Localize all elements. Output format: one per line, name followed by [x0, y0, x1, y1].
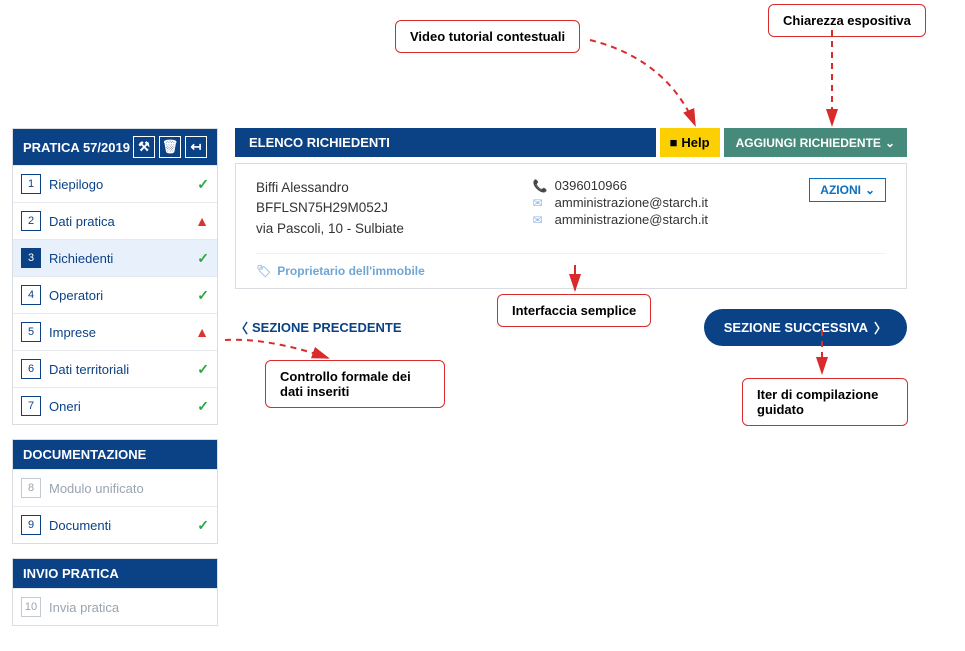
help-label: Help	[681, 135, 709, 150]
step-number: 8	[21, 478, 41, 498]
applicant-actions-col: AZIONI ⌄	[809, 178, 886, 239]
email-value: amministrazione@starch.it	[555, 195, 708, 210]
step-number: 10	[21, 597, 41, 617]
sidebar-item-label: Riepilogo	[49, 177, 103, 192]
sidebar-item-richiedenti[interactable]: 3 Richiedenti ✓	[13, 239, 217, 276]
callout-guided: Iter di compilazione guidato	[742, 378, 908, 426]
check-icon: ✓	[197, 176, 209, 193]
applicant-name: Biffi Alessandro	[256, 178, 493, 198]
back-icon[interactable]: ↤	[185, 136, 207, 158]
sidebar-send-block: INVIO PRATICA 10 Invia pratica	[12, 558, 218, 626]
practice-title: PRATICA 57/2019	[23, 140, 130, 155]
next-section-button[interactable]: SEZIONE SUCCESSIVA 〉	[704, 309, 907, 346]
chevron-left-icon: 〈	[235, 318, 248, 337]
sidebar-item-operatori[interactable]: 4 Operatori ✓	[13, 276, 217, 313]
sidebar-item-label: Operatori	[49, 288, 103, 303]
owner-tag-label: Proprietario dell'immobile	[277, 264, 425, 278]
sidebar-item-oneri[interactable]: 7 Oneri ✓	[13, 387, 217, 424]
doc-title: DOCUMENTAZIONE	[23, 447, 146, 462]
add-label: AGGIUNGI RICHIEDENTE	[736, 136, 881, 150]
warn-icon: ▲	[195, 213, 209, 229]
sidebar-item-riepilogo[interactable]: 1 Riepilogo ✓	[13, 165, 217, 202]
applicant-identity: Biffi Alessandro BFFLSN75H29M052J via Pa…	[256, 178, 493, 239]
panel-header: ELENCO RICHIEDENTI ■ Help AGGIUNGI RICHI…	[235, 128, 907, 157]
applicant-card: Biffi Alessandro BFFLSN75H29M052J via Pa…	[235, 163, 907, 289]
sidebar-send-header: INVIO PRATICA	[13, 559, 217, 588]
sidebar-item-dati-pratica[interactable]: 2 Dati pratica ▲	[13, 202, 217, 239]
callout-validation: Controllo formale dei dati inseriti	[265, 360, 445, 408]
practice-actions: ⚒ 🗑 ↤	[133, 136, 207, 158]
panel-title: ELENCO RICHIEDENTI	[235, 128, 656, 157]
chevron-right-icon: 〉	[874, 318, 887, 337]
chevron-down-icon: ⌄	[865, 183, 875, 197]
applicant-phone: 📞 0396010966	[533, 178, 770, 193]
prev-section-link[interactable]: 〈 SEZIONE PRECEDENTE	[235, 318, 402, 337]
check-icon: ✓	[197, 517, 209, 534]
owner-tag: 🏷 Proprietario dell'immobile	[256, 253, 886, 278]
sidebar-item-label: Imprese	[49, 325, 96, 340]
sidebar-item-documenti[interactable]: 9 Documenti ✓	[13, 506, 217, 543]
applicant-contacts: 📞 0396010966 ✉ amministrazione@starch.it…	[533, 178, 770, 239]
sidebar-doc-header: DOCUMENTAZIONE	[13, 440, 217, 469]
prev-label: SEZIONE PRECEDENTE	[252, 320, 402, 335]
check-icon: ✓	[197, 361, 209, 378]
sidebar-item-invia-pratica[interactable]: 10 Invia pratica	[13, 588, 217, 625]
sidebar-doc-block: DOCUMENTAZIONE 8 Modulo unificato 9 Docu…	[12, 439, 218, 544]
sidebar-item-label: Documenti	[49, 518, 111, 533]
sidebar-item-imprese[interactable]: 5 Imprese ▲	[13, 313, 217, 350]
check-icon: ✓	[197, 398, 209, 415]
step-number: 1	[21, 174, 41, 194]
sidebar-item-dati-territoriali[interactable]: 6 Dati territoriali ✓	[13, 350, 217, 387]
check-icon: ✓	[197, 287, 209, 304]
sidebar: PRATICA 57/2019 ⚒ 🗑 ↤ 1 Riepilogo ✓ 2 Da…	[12, 128, 218, 640]
sidebar-item-label: Richiedenti	[49, 251, 113, 266]
sidebar-item-label: Oneri	[49, 399, 81, 414]
step-number: 7	[21, 396, 41, 416]
step-number: 4	[21, 285, 41, 305]
actions-label: AZIONI	[820, 183, 861, 197]
step-number: 2	[21, 211, 41, 231]
applicant-code: BFFLSN75H29M052J	[256, 198, 493, 218]
callout-clarity: Chiarezza espositiva	[768, 4, 926, 37]
actions-button[interactable]: AZIONI ⌄	[809, 178, 886, 202]
phone-icon: 📞	[533, 179, 547, 193]
step-number: 6	[21, 359, 41, 379]
step-number: 3	[21, 248, 41, 268]
applicant-address: via Pascoli, 10 - Sulbiate	[256, 219, 493, 239]
email-value: amministrazione@starch.it	[555, 212, 708, 227]
sidebar-item-label: Dati pratica	[49, 214, 115, 229]
sidebar-practice-block: PRATICA 57/2019 ⚒ 🗑 ↤ 1 Riepilogo ✓ 2 Da…	[12, 128, 218, 425]
tag-icon: 🏷	[256, 264, 271, 278]
applicant-email1: ✉ amministrazione@starch.it	[533, 195, 770, 210]
main-panel: ELENCO RICHIEDENTI ■ Help AGGIUNGI RICHI…	[235, 128, 907, 346]
sidebar-item-label: Invia pratica	[49, 600, 119, 615]
next-label: SEZIONE SUCCESSIVA	[724, 320, 868, 335]
video-icon: ■	[670, 135, 678, 150]
check-icon: ✓	[197, 250, 209, 267]
sidebar-item-modulo-unificato[interactable]: 8 Modulo unificato	[13, 469, 217, 506]
mail-icon: ✉	[533, 196, 547, 210]
add-applicant-button[interactable]: AGGIUNGI RICHIEDENTE ⌄	[724, 128, 907, 157]
step-number: 9	[21, 515, 41, 535]
sidebar-practice-header: PRATICA 57/2019 ⚒ 🗑 ↤	[13, 129, 217, 165]
mail-icon: ✉	[533, 213, 547, 227]
phone-value: 0396010966	[555, 178, 627, 193]
help-button[interactable]: ■ Help	[660, 128, 720, 157]
step-number: 5	[21, 322, 41, 342]
trash-icon[interactable]: 🗑	[159, 136, 181, 158]
callout-tutorial: Video tutorial contestuali	[395, 20, 580, 53]
hammer-icon[interactable]: ⚒	[133, 136, 155, 158]
sidebar-item-label: Dati territoriali	[49, 362, 129, 377]
sidebar-item-label: Modulo unificato	[49, 481, 144, 496]
warn-icon: ▲	[195, 324, 209, 340]
applicant-email2: ✉ amministrazione@starch.it	[533, 212, 770, 227]
chevron-down-icon: ⌄	[885, 136, 895, 150]
section-nav: 〈 SEZIONE PRECEDENTE SEZIONE SUCCESSIVA …	[235, 309, 907, 346]
send-title: INVIO PRATICA	[23, 566, 119, 581]
